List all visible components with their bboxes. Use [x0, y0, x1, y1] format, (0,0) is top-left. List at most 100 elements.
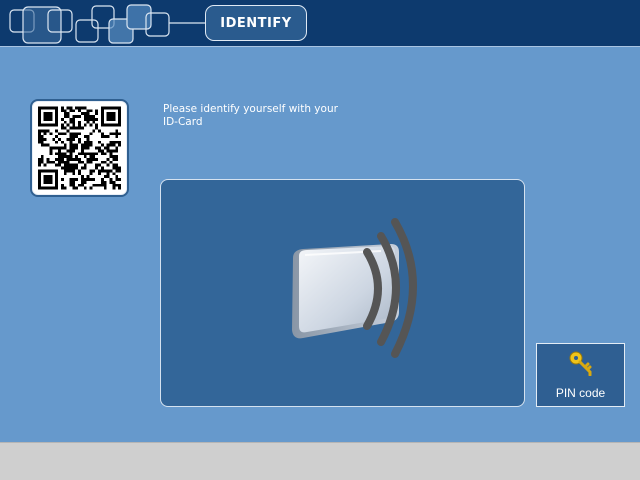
qr-module [118, 178, 121, 181]
qr-module [100, 117, 104, 121]
qr-module [38, 158, 41, 161]
qr-module [49, 132, 53, 136]
qr-module [86, 143, 90, 147]
qr-module [112, 155, 116, 159]
qr-module [60, 178, 64, 181]
qr-module [49, 146, 53, 150]
qr-module [72, 186, 76, 190]
qr-module [46, 175, 50, 179]
qr-module [60, 123, 64, 127]
qr-module [72, 126, 76, 130]
qr-module [55, 178, 59, 181]
qr-module [89, 109, 93, 113]
qr-module [43, 186, 47, 190]
qr-module [38, 163, 41, 167]
qr-module [118, 109, 121, 113]
qr-module [78, 183, 81, 187]
qr-module [72, 109, 76, 113]
qr-module [78, 123, 81, 127]
qr-module [100, 120, 104, 124]
qr-module [86, 140, 90, 144]
qr-module [89, 158, 93, 161]
qr-module [72, 135, 76, 138]
qr-module [95, 152, 99, 156]
qr-module [72, 117, 76, 121]
qr-module [86, 178, 90, 181]
qr-module [66, 166, 70, 170]
page-title: IDENTIFY [205, 5, 307, 41]
qr-module [112, 172, 116, 176]
qr-module [55, 186, 59, 190]
decorative-squares-graphic [9, 4, 205, 44]
qr-module [92, 115, 96, 118]
qr-module [40, 135, 44, 138]
qr-module [109, 112, 113, 116]
qr-module [63, 112, 67, 116]
qr-module [103, 169, 107, 173]
qr-module [60, 152, 64, 156]
card-reader-panel[interactable] [160, 179, 525, 407]
qr-module [95, 158, 99, 161]
qr-module [49, 115, 53, 118]
qr-module [115, 175, 119, 179]
qr-module [60, 166, 64, 170]
qr-module [55, 152, 59, 156]
qr-module [49, 123, 53, 127]
qr-module [115, 140, 119, 144]
qr-module [49, 117, 53, 121]
qr-module [52, 137, 56, 141]
qr-module [83, 123, 87, 127]
qr-module [75, 126, 79, 130]
qr-module [69, 149, 73, 153]
qr-module [118, 143, 121, 147]
qr-module [86, 112, 90, 116]
qr-module [112, 132, 116, 136]
qr-module [100, 149, 104, 153]
qr-module [80, 106, 84, 110]
qr-module [92, 178, 96, 181]
qr-module [103, 146, 107, 150]
qr-module [43, 143, 47, 147]
qr-module [75, 132, 79, 136]
qr-module [89, 160, 93, 164]
qr-module [55, 123, 59, 127]
qr-module [103, 160, 107, 164]
qr-module [100, 169, 104, 173]
qr-module [80, 152, 84, 156]
qr-module [55, 129, 59, 133]
qr-module [60, 183, 64, 187]
qr-module [106, 106, 110, 110]
pin-code-button[interactable]: PIN code [536, 343, 625, 407]
qr-module [83, 143, 87, 147]
qr-module [115, 129, 119, 133]
qr-module [115, 155, 119, 159]
qr-module [58, 152, 61, 156]
qr-module [100, 178, 104, 181]
qr-module [75, 135, 79, 138]
qr-module [78, 140, 81, 144]
qr-module [49, 169, 53, 173]
qr-module [86, 146, 90, 150]
qr-module [43, 163, 47, 167]
qr-module [63, 152, 67, 156]
qr-module [80, 180, 84, 184]
qr-module [95, 166, 99, 170]
qr-module [72, 178, 76, 181]
qr-module [83, 106, 87, 110]
qr-module [92, 117, 96, 121]
qr-module [118, 140, 121, 144]
qr-module [40, 106, 44, 110]
qr-module [55, 117, 59, 121]
qr-module [112, 115, 116, 118]
qr-module [80, 178, 84, 181]
qr-module [106, 149, 110, 153]
qr-module [89, 178, 93, 181]
qr-module [109, 143, 113, 147]
qr-module [103, 186, 107, 190]
qr-module [63, 166, 67, 170]
qr-module [112, 117, 116, 121]
qr-module [75, 155, 79, 159]
qr-module [58, 155, 61, 159]
qr-module [106, 135, 110, 138]
qr-module [38, 135, 41, 138]
